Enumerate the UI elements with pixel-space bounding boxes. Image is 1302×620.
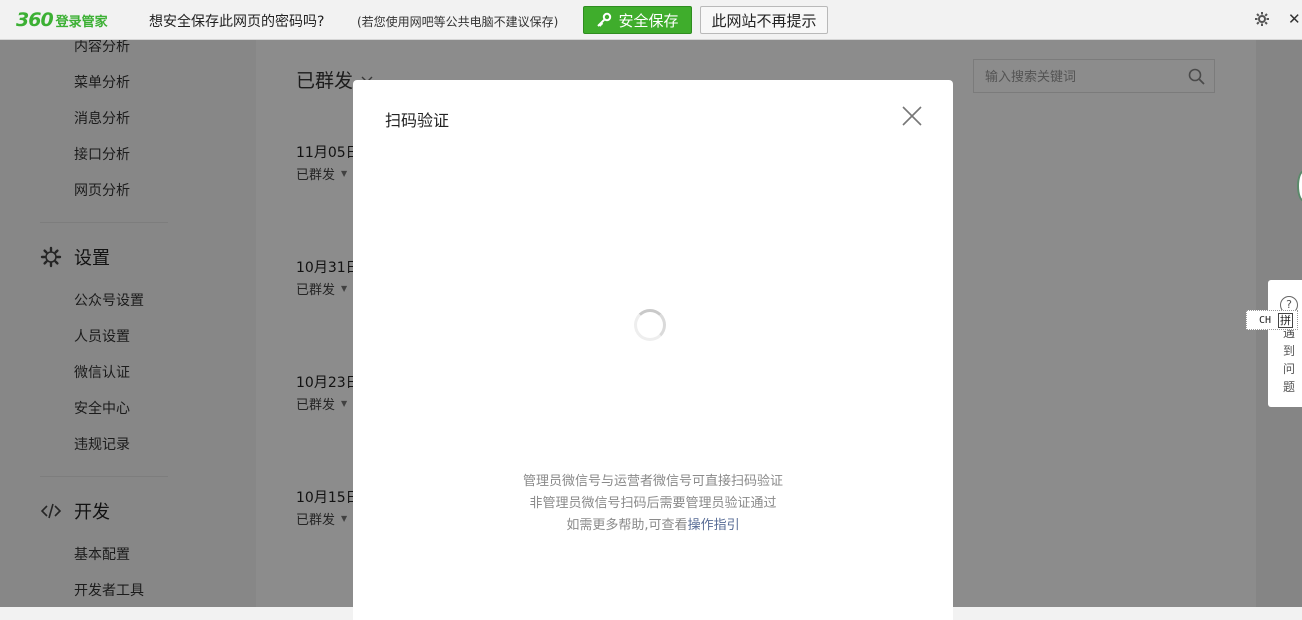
hint-line: 非管理员微信号扫码后需要管理员验证通过 xyxy=(529,496,777,511)
save-password-note: (若您使用网吧等公共电脑不建议保存) xyxy=(357,15,559,29)
ime-mode: CH xyxy=(1259,314,1272,326)
logo-number: 360 xyxy=(16,9,54,31)
loading-spinner-icon xyxy=(634,309,666,341)
safe-save-label: 安全保存 xyxy=(618,11,679,30)
logo-text: 登录管家 xyxy=(55,14,108,30)
scan-verify-dialog: 扫码验证 管理员微信号与运营者微信号可直接扫码验证 非管理员微信号扫码后需要管理… xyxy=(353,80,953,620)
close-bar-icon[interactable]: ✕ xyxy=(1288,10,1301,28)
guide-link[interactable]: 操作指引 xyxy=(688,518,740,533)
ime-status-bar[interactable]: CH 拼 xyxy=(1246,310,1298,330)
hint-line: 如需更多帮助,可查看操作指引 xyxy=(353,514,953,533)
gear-icon[interactable] xyxy=(1254,11,1270,27)
360-logo: 360 登录管家 xyxy=(16,9,108,31)
help-text: 遇到问题 xyxy=(1283,326,1296,394)
hint-prefix: 如需更多帮助,可查看 xyxy=(566,518,688,533)
safe-save-button[interactable]: 安全保存 xyxy=(583,6,692,34)
dialog-title: 扫码验证 xyxy=(385,111,450,130)
save-password-question: 想安全保存此网页的密码吗? xyxy=(149,14,325,30)
key-icon xyxy=(597,12,612,27)
help-float-panel[interactable]: ? 遇到问题 xyxy=(1268,280,1302,407)
ime-pinyin: 拼 xyxy=(1278,312,1294,328)
never-prompt-button[interactable]: 此网站不再提示 xyxy=(700,6,828,34)
hint-line: 管理员微信号与运营者微信号可直接扫码验证 xyxy=(522,474,783,489)
password-save-bar: 360 登录管家 想安全保存此网页的密码吗? (若您使用网吧等公共电脑不建议保存… xyxy=(0,0,1302,40)
close-icon[interactable] xyxy=(901,105,923,127)
